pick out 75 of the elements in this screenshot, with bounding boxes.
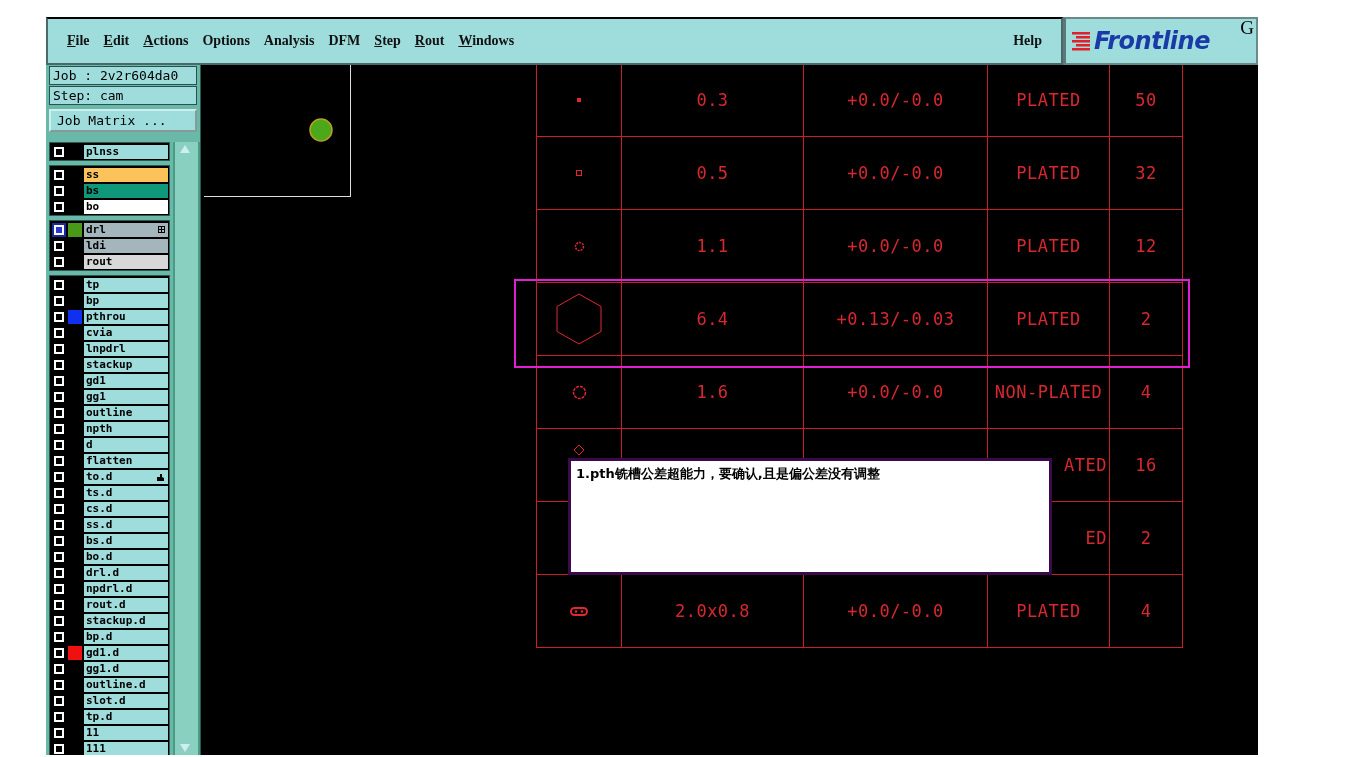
- help-menu[interactable]: Help: [1006, 31, 1049, 51]
- layer-name[interactable]: ldi: [84, 239, 168, 253]
- menu-item[interactable]: Rout: [407, 31, 452, 51]
- menu-item[interactable]: Step: [367, 31, 408, 51]
- step-label: Step: cam: [49, 86, 197, 105]
- layer-name[interactable]: pthrou: [84, 310, 168, 324]
- layer-name[interactable]: bo.d: [84, 550, 168, 564]
- layer-name[interactable]: npdrl.d: [84, 582, 168, 596]
- finish-cell: PLATED: [988, 209, 1110, 282]
- tolerance-cell: +0.13/-0.03: [804, 282, 988, 355]
- layer-name[interactable]: plnss: [84, 145, 168, 159]
- layer-name[interactable]: tp: [84, 278, 168, 292]
- count-cell: 50: [1110, 65, 1183, 136]
- layer-name[interactable]: 111: [84, 742, 168, 755]
- layer-name[interactable]: slot.d: [84, 694, 168, 708]
- finish-cell: NON-PLATED: [988, 355, 1110, 428]
- size-cell: 0.3: [622, 65, 804, 136]
- layer-name[interactable]: drl.d: [84, 566, 168, 580]
- size-cell: 1.1: [622, 209, 804, 282]
- layer-name[interactable]: d: [84, 438, 168, 452]
- layer-name[interactable]: cvia: [84, 326, 168, 340]
- tolerance-cell: +0.0/-0.0: [804, 65, 988, 136]
- note-box: 1.pth铣槽公差超能力，要确认,且是偏公差没有调整: [568, 458, 1052, 575]
- job-label: Job : 2v2r604da0: [49, 66, 197, 85]
- menu-item[interactable]: DFM: [321, 31, 368, 51]
- layer-name[interactable]: bp: [84, 294, 168, 308]
- count-cell: 2: [1110, 282, 1183, 355]
- tolerance-cell: +0.0/-0.0: [804, 136, 988, 209]
- count-cell: 4: [1110, 574, 1183, 647]
- layer-name[interactable]: rout: [84, 255, 168, 269]
- layer-name[interactable]: rout.d: [84, 598, 168, 612]
- layer-name[interactable]: lnpdrl: [84, 342, 168, 356]
- layer-name[interactable]: stackup.d: [84, 614, 168, 628]
- layer-name[interactable]: bs.d: [84, 534, 168, 548]
- layer-name[interactable]: bs: [84, 184, 168, 198]
- layer-name[interactable]: outline: [84, 406, 168, 420]
- size-cell: 6.4: [622, 282, 804, 355]
- job-matrix-button[interactable]: Job Matrix ...: [49, 109, 197, 132]
- layer-name[interactable]: gd1.d: [84, 646, 168, 660]
- size-cell: 0.5: [622, 136, 804, 209]
- layer-name[interactable]: gd1: [84, 374, 168, 388]
- layer-name[interactable]: gg1: [84, 390, 168, 404]
- tolerance-cell: +0.0/-0.0: [804, 355, 988, 428]
- layer-name[interactable]: tp.d: [84, 710, 168, 724]
- menu-item[interactable]: Options: [195, 31, 257, 51]
- count-cell: 32: [1110, 136, 1183, 209]
- count-cell: 2: [1110, 501, 1183, 574]
- menu-item[interactable]: Windows: [451, 31, 522, 51]
- finish-cell: PLATED: [988, 65, 1110, 136]
- layer-name[interactable]: 11: [84, 726, 168, 740]
- count-cell: 4: [1110, 355, 1183, 428]
- layer-name[interactable]: npth: [84, 422, 168, 436]
- layer-name[interactable]: gg1.d: [84, 662, 168, 676]
- layer-name[interactable]: bp.d: [84, 630, 168, 644]
- count-cell: 16: [1110, 428, 1183, 501]
- layer-name[interactable]: to.d: [84, 470, 168, 484]
- layer-name[interactable]: drl: [84, 223, 168, 237]
- tolerance-cell: +0.0/-0.0: [804, 209, 988, 282]
- menu-item[interactable]: Analysis: [256, 31, 322, 51]
- layer-name[interactable]: ss.d: [84, 518, 168, 532]
- layer-name[interactable]: bo: [84, 200, 168, 214]
- layer-name[interactable]: outline.d: [84, 678, 168, 692]
- count-cell: 12: [1110, 209, 1183, 282]
- layer-name[interactable]: stackup: [84, 358, 168, 372]
- layer-name[interactable]: cs.d: [84, 502, 168, 516]
- size-cell: 1.6: [622, 355, 804, 428]
- menu-item[interactable]: Edit: [96, 31, 137, 51]
- logo: Frontline G: [1063, 17, 1258, 65]
- finish-cell: PLATED: [988, 282, 1110, 355]
- menu-item[interactable]: Actions: [136, 31, 196, 51]
- finish-cell: PLATED: [988, 136, 1110, 209]
- layer-name[interactable]: ss: [84, 168, 168, 182]
- menu-item[interactable]: File: [60, 31, 97, 51]
- layer-name[interactable]: ts.d: [84, 486, 168, 500]
- layer-name[interactable]: flatten: [84, 454, 168, 468]
